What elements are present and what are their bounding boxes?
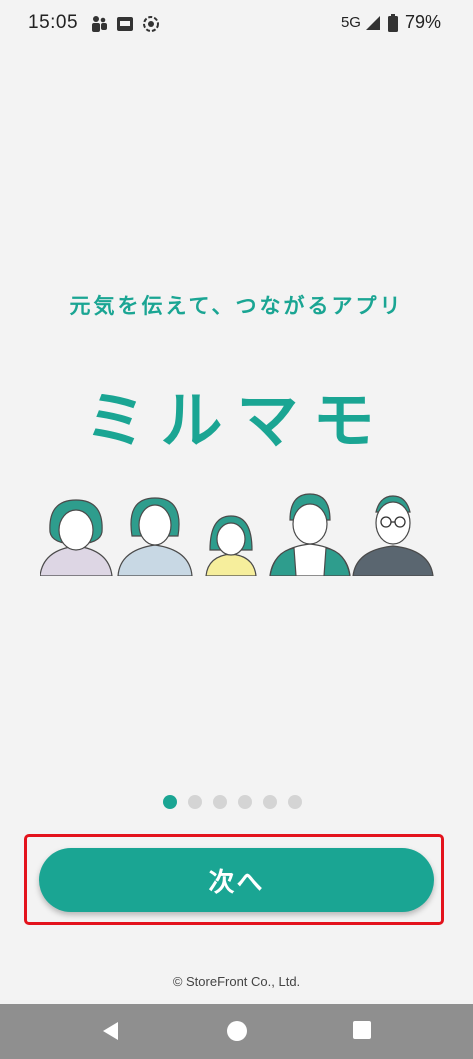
status-time: 15:05 (28, 12, 79, 33)
app-logo: ミルマモ (84, 384, 389, 457)
navigation-bar (0, 1004, 473, 1059)
page-dot-2 (188, 795, 202, 809)
teams-icon (92, 16, 107, 32)
app-icon (117, 17, 133, 31)
page-dot-6 (288, 795, 302, 809)
page-dot-5 (263, 795, 277, 809)
battery-percent: 79% (404, 12, 441, 32)
home-icon[interactable] (226, 1020, 248, 1042)
tagline: 元気を伝えて、つながるアプリ (69, 294, 404, 318)
screen-record-icon (143, 16, 159, 32)
back-icon[interactable] (100, 1020, 122, 1042)
page-dot-3 (213, 795, 227, 809)
next-button[interactable]: 次へ (39, 848, 434, 912)
network-type: 5G (340, 14, 361, 31)
family-illustration (40, 493, 434, 576)
signal-icon (365, 15, 380, 30)
copyright: © StoreFront Co., Ltd. (172, 974, 301, 989)
status-bar: 15:05 5G 79% (0, 0, 473, 48)
page-dot-1 (163, 795, 177, 809)
page-indicator (163, 795, 302, 809)
status-indicators: 5G 79% (341, 12, 441, 33)
recents-icon[interactable] (352, 1020, 372, 1040)
battery-icon (387, 13, 398, 32)
page-dot-4 (238, 795, 252, 809)
